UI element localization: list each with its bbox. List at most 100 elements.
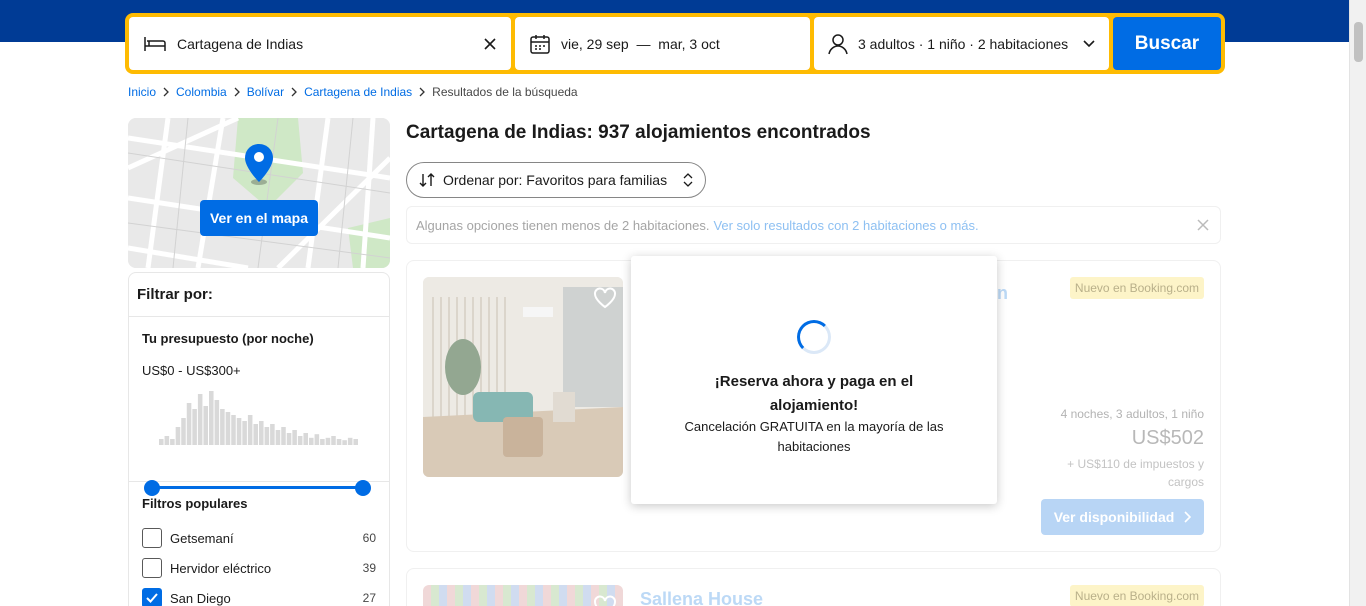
histogram-bar [259,421,264,445]
histogram-bar [353,439,358,445]
page-scrollbar[interactable] [1349,0,1366,606]
histogram-bar [253,424,258,445]
histogram-bar [186,403,192,445]
histogram-bar [270,424,275,445]
histogram-bar [314,434,320,445]
histogram-bar [275,430,281,445]
results-title: Cartagena de Indias: 937 alojamientos en… [406,122,871,143]
histogram-bar [303,433,308,445]
stay-summary: 4 noches, 3 adultos, 1 niño [1060,407,1204,421]
new-badge: Nuevo en Booking.com [1069,277,1204,299]
breadcrumb-link-colombia[interactable]: Colombia [176,85,227,99]
popup-subtitle: Cancelación GRATUITA en la mayoría de la… [684,419,944,454]
calendar-icon [530,34,550,54]
histogram-bar [220,409,225,445]
histogram-bar [347,437,353,445]
map-streets-graphic [128,118,390,268]
budget-slider-track[interactable] [152,486,363,489]
destination-value[interactable]: Cartagena de Indias [177,36,483,52]
filter-item-getsemani[interactable]: Getsemaní 60 [142,523,376,553]
up-down-chevron-icon [683,173,693,187]
checkbox[interactable] [142,528,162,548]
sort-label: Ordenar por: Favoritos para familias [443,172,668,188]
breadcrumb-link-bolivar[interactable]: Bolívar [247,85,284,99]
property-name[interactable]: n [997,283,1008,304]
popular-filters: Filtros populares Getsemaní 60 Hervidor … [129,482,389,606]
taxes-text: + US$110 de impuestos y cargos [1067,457,1204,489]
person-icon [828,33,848,54]
search-button[interactable]: Buscar [1113,17,1221,70]
histogram-bar [159,439,164,445]
see-availability-label: Ver disponibilidad [1053,509,1175,525]
histogram-bar [264,427,270,445]
loading-popup: ¡Reserva ahora y paga en el alojamiento!… [631,256,997,504]
scrollbar-thumb[interactable] [1354,22,1363,62]
checkmark-icon [146,593,158,603]
histogram-bar [225,412,231,445]
sort-dropdown[interactable]: Ordenar por: Favoritos para familias [406,162,706,198]
filter-label: San Diego [170,590,231,606]
popup-title: ¡Reserva ahora y paga en el alojamiento! [714,373,914,414]
histogram-bar [197,394,203,445]
chevron-right-icon [1184,511,1192,523]
chevron-right-icon [419,87,426,97]
destination-field[interactable]: Cartagena de Indias [129,17,511,70]
date-dash: — [636,35,651,52]
budget-range: US$0 - US$300+ [142,363,241,378]
notice-link[interactable]: Ver solo resultados con 2 habitaciones o… [713,218,978,233]
chevron-right-icon [234,87,240,97]
show-on-map-button[interactable]: Ver en el mapa [200,200,318,236]
histogram-bar [320,439,325,445]
checkbox-checked[interactable] [142,588,162,606]
guests-field[interactable]: 3 adultos · 1 niño · 2 habitaciones [814,17,1109,70]
chevron-down-icon[interactable] [1083,39,1095,48]
histogram-bar [203,406,208,445]
budget-slider-min-handle[interactable] [144,480,160,496]
filter-count: 60 [362,531,376,545]
histogram-bar [281,427,286,445]
histogram-bar [242,421,247,445]
search-bar: Cartagena de Indias vie, 29 sep — mar, 3… [125,13,1225,74]
breadcrumb-link-inicio[interactable]: Inicio [128,85,156,99]
histogram-bar [192,409,197,445]
histogram-bar [286,433,292,445]
filter-label: Hervidor eléctrico [170,560,272,576]
property-card[interactable]: Sallena House Nuevo en Booking.com [406,568,1221,606]
histogram-bar [164,436,170,445]
filter-item-hervidor[interactable]: Hervidor eléctrico 39 [142,553,376,583]
clear-icon[interactable] [483,37,497,51]
filter-count: 27 [362,591,376,605]
filter-count: 39 [362,561,376,575]
histogram-bar [292,430,297,445]
dates-value[interactable]: vie, 29 sep — mar, 3 oct [561,36,796,52]
property-name[interactable]: Sallena House [640,589,763,606]
filter-item-san-diego[interactable]: San Diego 27 [142,583,376,606]
heart-icon[interactable] [593,287,617,309]
histogram-bar [175,427,181,445]
filters-title: Filtrar por: [129,273,389,317]
chevron-right-icon [291,87,297,97]
new-badge: Nuevo en Booking.com [1069,585,1204,606]
map-preview[interactable]: Ver en el mapa [128,118,390,268]
histogram-bar [297,436,303,445]
budget-slider-max-handle[interactable] [355,480,371,496]
histogram-bar [342,440,347,445]
histogram-bar [181,418,186,445]
filter-label: Getsemaní [170,530,234,546]
checkin-date: vie, 29 sep [561,35,629,52]
budget-title: Tu presupuesto (por noche) [142,331,314,346]
price-histogram [159,391,358,445]
breadcrumb-current: Resultados de la búsqueda [432,85,578,99]
dates-field[interactable]: vie, 29 sep — mar, 3 oct [515,17,810,70]
heart-icon[interactable] [593,595,617,606]
histogram-bar [236,418,242,445]
breadcrumb-link-cartagena[interactable]: Cartagena de Indias [304,85,412,99]
sort-arrows-icon [419,173,435,187]
popular-filters-title: Filtros populares [142,496,248,511]
checkbox[interactable] [142,558,162,578]
close-icon[interactable] [1196,218,1210,232]
see-availability-button[interactable]: Ver disponibilidad [1041,499,1204,535]
guests-value[interactable]: 3 adultos · 1 niño · 2 habitaciones [858,36,1083,52]
price: US$502 [1131,427,1204,449]
histogram-bar [170,439,175,445]
